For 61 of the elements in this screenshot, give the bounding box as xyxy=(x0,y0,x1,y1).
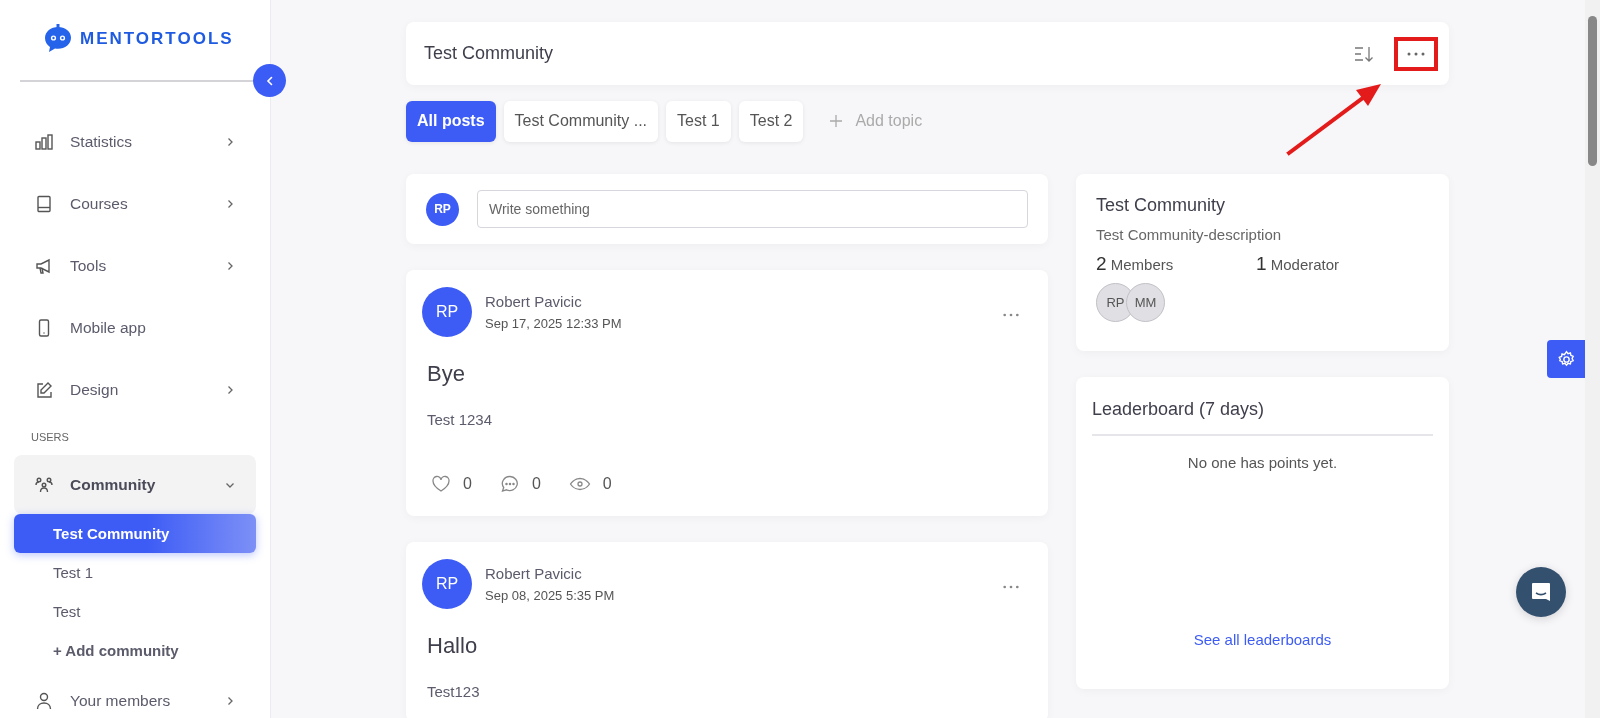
leaderboard-title: Leaderboard (7 days) xyxy=(1092,393,1433,436)
collapse-sidebar-button[interactable] xyxy=(253,64,286,97)
sidebar-item[interactable]: Mobile app xyxy=(14,297,256,359)
pencil-icon xyxy=(34,380,54,400)
more-icon xyxy=(1406,51,1426,56)
like-button[interactable]: 0 xyxy=(431,474,472,494)
moderators-count: 1 Moderator xyxy=(1256,253,1341,275)
heart-icon xyxy=(431,475,451,493)
add-community-link[interactable]: + Add community xyxy=(14,631,256,670)
community-title: Test Community xyxy=(424,43,555,64)
community-description: Test Community-description xyxy=(1096,226,1283,243)
empty-message: No one has points yet. xyxy=(1186,454,1339,473)
book-icon xyxy=(34,194,54,214)
section-heading: USERS xyxy=(30,430,70,445)
more-icon xyxy=(1002,584,1020,589)
post-date: Sep 17, 2025 12:33 PM xyxy=(485,316,623,331)
sidebar-item[interactable]: Community xyxy=(14,455,256,514)
settings-button[interactable] xyxy=(1547,340,1585,378)
plus-icon xyxy=(829,114,844,128)
robot-logo-icon xyxy=(42,23,74,55)
post-input-field[interactable]: Write something xyxy=(477,190,1028,228)
highlight-frame xyxy=(1394,36,1438,71)
post-body: Test123 xyxy=(427,683,481,700)
post-title: Hallo xyxy=(427,633,479,659)
scrollbar[interactable] xyxy=(1585,0,1600,718)
post-title: Bye xyxy=(427,361,466,387)
author-avatar: RP xyxy=(422,559,472,609)
speech-bubble-icon xyxy=(499,474,520,494)
post-body: Test 1234 xyxy=(427,411,494,428)
post-date: Sep 08, 2025 5:35 PM xyxy=(485,588,616,603)
community-link[interactable]: Test 1 xyxy=(14,553,256,592)
topic-tab[interactable]: Test 2 xyxy=(738,100,804,142)
sort-icon[interactable] xyxy=(1353,44,1375,63)
members-count: 2 Members xyxy=(1096,253,1175,275)
views-count: 0 xyxy=(568,474,612,494)
more-icon xyxy=(1002,312,1020,317)
topic-tab[interactable]: Test 1 xyxy=(666,100,731,142)
sidebar-item[interactable]: Design xyxy=(14,359,256,421)
member-avatar[interactable]: MM xyxy=(1126,283,1165,322)
author-avatar: RP xyxy=(422,287,472,337)
author-name: Robert Pavicic xyxy=(485,293,583,310)
sidebar-item[interactable]: Tools xyxy=(14,235,256,297)
settings-icon xyxy=(1556,349,1576,369)
logo-wordmark: MENTORTOOLS xyxy=(80,29,234,49)
author-name: Robert Pavicic xyxy=(485,565,583,582)
see-all-leaderboards-link[interactable]: See all leaderboards xyxy=(1193,631,1332,648)
user-avatar: RP xyxy=(426,192,459,226)
community-name: Test Community xyxy=(1096,195,1227,216)
comment-button[interactable]: 0 xyxy=(499,474,541,494)
community-link[interactable]: Test Community xyxy=(14,514,256,553)
topic-tab[interactable]: All posts xyxy=(406,100,496,142)
sidebar-item[interactable]: Courses xyxy=(14,173,256,235)
topic-tab[interactable]: Test Community ... xyxy=(503,100,659,142)
sidebar-item[interactable]: Your members xyxy=(14,670,256,718)
chat-icon xyxy=(1529,580,1553,604)
person-icon xyxy=(34,691,54,711)
eye-icon xyxy=(568,477,591,491)
sidebar-item[interactable]: Statistics xyxy=(14,111,256,173)
community-link[interactable]: Test xyxy=(14,592,256,631)
bar-chart-icon xyxy=(34,132,54,152)
chat-button[interactable] xyxy=(1516,567,1566,617)
